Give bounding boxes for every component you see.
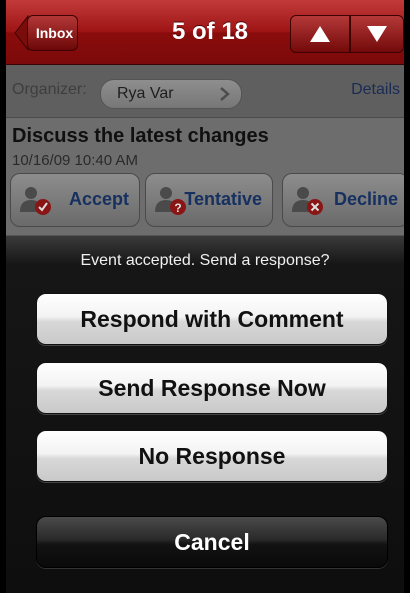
tentative-button[interactable]: ? Tentative [145,173,273,227]
cancel-button[interactable]: Cancel [36,516,388,568]
person-check-icon [20,187,51,215]
triangle-up-icon [310,26,330,42]
response-action-sheet: Event accepted. Send a response? Respond… [0,235,410,593]
person-x-icon [292,187,323,215]
decline-label: Decline [333,189,398,209]
tentative-label: Tentative [184,189,262,209]
accept-label: Accept [68,189,129,209]
action-sheet-message: Event accepted. Send a response? [80,252,330,269]
svg-text:?: ? [174,201,181,215]
chevron-right-icon [220,87,230,101]
details-link[interactable]: Details [351,81,400,99]
decline-button[interactable]: Decline [282,173,409,227]
person-question-icon: ? [155,187,186,215]
organizer-row: Organizer: Rya Var Details [0,65,410,118]
event-content: Organizer: Rya Var Details Discuss the l… [0,65,410,235]
previous-message-button[interactable] [290,15,350,53]
organizer-pill[interactable]: Rya Var [100,79,242,109]
screen: Inbox 5 of 18 Organizer: Rya Var Details [0,0,410,593]
send-response-now-button[interactable]: Send Response Now [36,362,388,414]
next-message-button[interactable] [350,15,404,53]
inbox-back-label: Inbox [27,15,78,51]
event-subject: Discuss the latest changes [12,125,269,147]
accept-button[interactable]: Accept [10,173,140,227]
respond-with-comment-button[interactable]: Respond with Comment [36,293,388,345]
organizer-label: Organizer: [12,81,87,98]
message-position-title: 5 of 18 [171,18,249,45]
organizer-name: Rya Var [117,85,174,102]
inbox-back-button[interactable]: Inbox [14,15,78,51]
left-border [0,0,6,593]
navigation-bar: Inbox 5 of 18 [0,0,410,65]
no-response-button[interactable]: No Response [36,430,388,482]
right-border [404,0,410,593]
event-datetime: 10/16/09 10:40 AM [12,152,138,169]
triangle-down-icon [367,26,387,42]
